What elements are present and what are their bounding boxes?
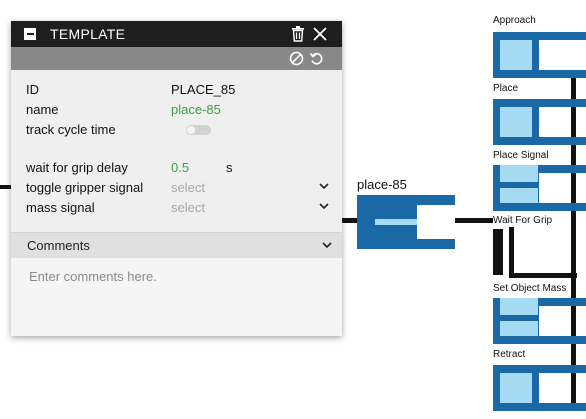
panel-title: TEMPLATE (50, 26, 126, 42)
connector-horizontal-inner (509, 273, 577, 278)
chevron-down-icon[interactable] (319, 202, 329, 210)
prop-toggle-gripper-signal: toggle gripper signal select (26, 180, 331, 198)
connector-vertical-inner (509, 227, 514, 277)
prop-value: PLACE_85 (171, 82, 236, 97)
wait-delay-field[interactable]: 0.5 (171, 160, 189, 175)
connector-node-to-steps (454, 218, 493, 223)
wait-for-grip-bar[interactable] (493, 229, 503, 275)
prop-track-cycle-time: track cycle time (26, 122, 331, 140)
prop-label: mass signal (26, 200, 95, 215)
close-icon[interactable] (313, 27, 327, 41)
prop-id: ID PLACE_85 (26, 82, 331, 100)
minus-icon (26, 33, 34, 35)
name-field[interactable]: place-85 (171, 102, 221, 117)
step-retract[interactable] (493, 365, 586, 411)
step-label-wait-for-grip: Wait For Grip (493, 215, 553, 226)
disable-icon[interactable] (289, 51, 304, 66)
unit-label: s (226, 160, 233, 175)
connector-panel-to-node (342, 218, 358, 223)
chevron-down-icon[interactable] (322, 241, 332, 249)
prop-label: wait for grip delay (26, 160, 128, 175)
step-label-place-signal: Place Signal (493, 150, 549, 161)
panel-header: TEMPLATE (11, 21, 342, 47)
panel-toolbar (11, 47, 342, 70)
comments-input[interactable]: Enter comments here. (11, 258, 342, 336)
step-label-set-object-mass: Set Object Mass (493, 283, 567, 294)
step-place-signal[interactable] (493, 165, 586, 211)
collapse-button[interactable] (24, 28, 36, 40)
properties-panel: TEMPLATE ID PLACE_85 name place-85 track… (11, 21, 342, 336)
step-approach[interactable] (493, 32, 586, 78)
step-label-place: Place (493, 83, 519, 94)
prop-label: track cycle time (26, 122, 116, 137)
prop-label: name (26, 102, 59, 117)
trash-icon[interactable] (291, 26, 305, 42)
node-label: place-85 (357, 177, 407, 192)
gripper-signal-select[interactable]: select (171, 180, 205, 195)
mass-signal-select[interactable]: select (171, 200, 205, 215)
prop-mass-signal: mass signal select (26, 200, 331, 218)
comments-section-toggle[interactable]: Comments (11, 232, 342, 258)
step-label-retract: Retract (493, 349, 526, 360)
prop-wait-for-grip-delay: wait for grip delay 0.5 s (26, 160, 331, 178)
place-node[interactable] (357, 195, 455, 249)
step-label-approach: Approach (493, 15, 536, 26)
prop-label: ID (26, 82, 39, 97)
track-cycle-time-toggle[interactable] (186, 125, 211, 135)
comments-placeholder: Enter comments here. (29, 269, 157, 284)
comments-label: Comments (27, 238, 90, 253)
step-place[interactable] (493, 99, 586, 145)
reset-icon[interactable] (309, 51, 324, 66)
prop-name: name place-85 (26, 102, 331, 120)
step-set-object-mass[interactable] (493, 298, 586, 344)
chevron-down-icon[interactable] (319, 182, 329, 190)
connector-left (0, 185, 11, 189)
prop-label: toggle gripper signal (26, 180, 144, 195)
